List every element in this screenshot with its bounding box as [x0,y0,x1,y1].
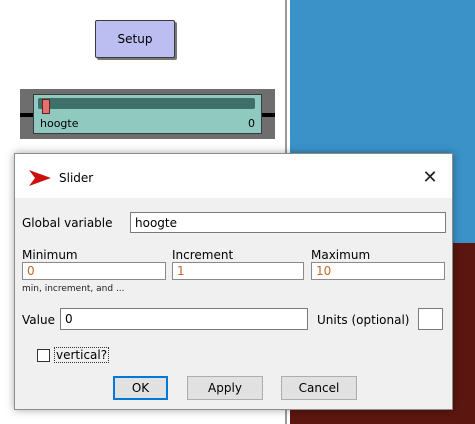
slider-name: hoogte [40,117,79,130]
dialog-titlebar[interactable]: Slider ✕ [15,154,452,198]
setup-button[interactable]: Setup [95,20,175,58]
minimum-label: Minimum [22,248,78,262]
maximum-label: Maximum [311,248,371,262]
global-variable-input[interactable] [130,212,446,233]
slider-dialog: Slider ✕ Global variable Minimum Increme… [14,153,453,410]
apply-button-label: Apply [208,381,242,395]
ok-button[interactable]: OK [113,376,168,400]
netlogo-arrow-icon [29,170,51,186]
cancel-button-label: Cancel [298,381,340,395]
apply-button[interactable]: Apply [187,376,263,400]
minimum-input[interactable] [22,262,166,280]
units-input[interactable] [418,308,443,330]
slider-thumb[interactable] [42,99,50,114]
value-input[interactable] [60,308,308,330]
slider-track[interactable] [38,98,255,114]
units-label: Units (optional) [317,313,410,327]
close-icon: ✕ [422,166,438,188]
ok-button-label: OK [131,381,150,395]
increment-label: Increment [172,248,234,262]
range-hint: min, increment, and ... [22,284,125,294]
value-label: Value [22,313,55,327]
slider-value: 0 [248,117,255,130]
close-button[interactable]: ✕ [416,164,444,190]
maximum-input[interactable] [311,262,445,280]
global-variable-label: Global variable [22,216,113,230]
vertical-label[interactable]: vertical? [53,347,110,363]
dialog-content: Global variable Minimum Increment Maximu… [15,198,452,409]
increment-input[interactable] [172,262,304,280]
cancel-button[interactable]: Cancel [281,376,357,400]
dialog-title: Slider [59,171,94,185]
hoogte-slider[interactable]: hoogte 0 [33,94,262,134]
setup-button-label: Setup [117,32,153,46]
vertical-checkbox[interactable] [37,349,50,362]
